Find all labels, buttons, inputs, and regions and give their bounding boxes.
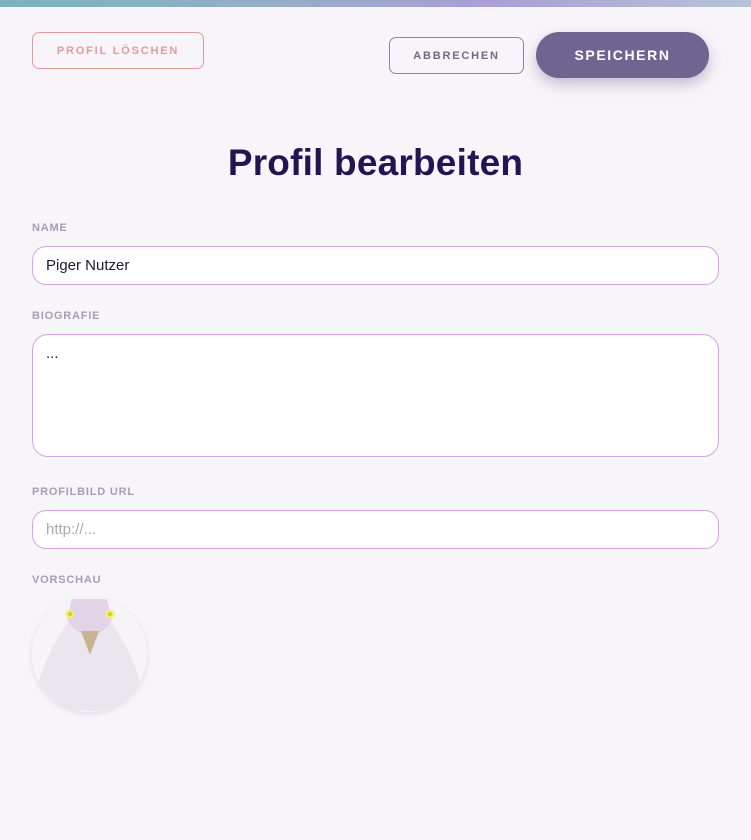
bio-label: BIOGRAFIE [32,310,101,322]
save-button[interactable]: SPEICHERN [536,32,709,78]
page-title: Profil bearbeiten [227,142,524,183]
name-label: NAME [32,222,68,234]
avatar-url-input[interactable] [32,510,719,549]
delete-profile-button[interactable]: PROFIL LÖSCHEN [32,32,204,69]
avatar-preview [32,597,147,712]
bio-textarea[interactable]: ... [32,334,719,457]
cancel-button[interactable]: ABBRECHEN [389,37,524,74]
top-gradient-bar [0,0,751,7]
avatar-url-label: PROFILBILD URL [32,486,135,498]
preview-label: VORSCHAU [32,574,102,586]
name-input[interactable] [32,246,719,285]
pigeon-avatar-icon [32,597,147,712]
